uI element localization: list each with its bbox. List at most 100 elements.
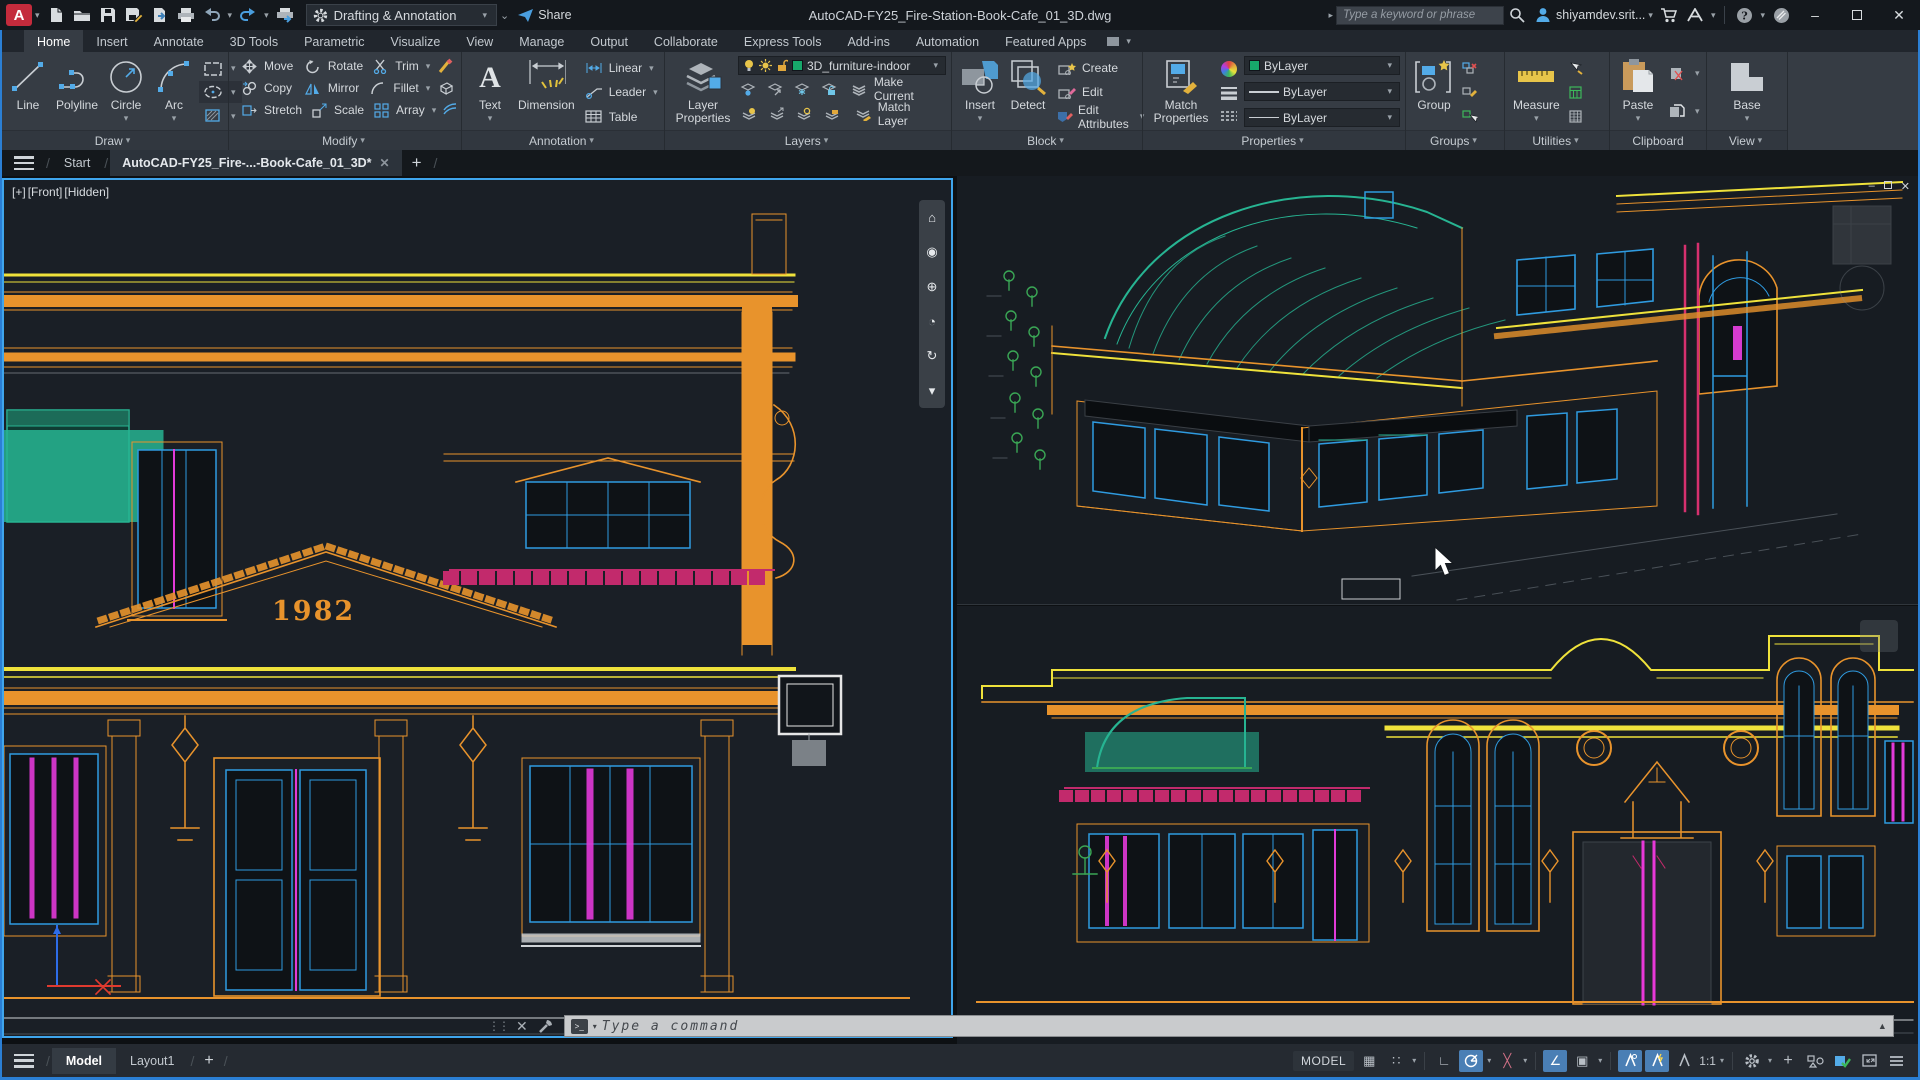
- erase-button[interactable]: [436, 55, 455, 77]
- viewport-view-control[interactable]: [Front]: [28, 185, 63, 199]
- new-file-icon[interactable]: [45, 5, 67, 25]
- panel-label-groups[interactable]: Groups▾: [1406, 130, 1504, 150]
- mirror-button[interactable]: Mirror: [299, 77, 365, 99]
- batch-plot-icon[interactable]: [274, 5, 296, 25]
- base-caret-icon[interactable]: ▾: [1745, 112, 1750, 125]
- circle-button[interactable]: Circle ▾: [103, 55, 149, 130]
- file-tabs-menu-icon[interactable]: [14, 156, 34, 170]
- viewport-elevation[interactable]: [957, 606, 1920, 1044]
- circle-caret-icon[interactable]: ▾: [124, 112, 129, 125]
- hardware-acceleration-icon[interactable]: [1830, 1050, 1854, 1072]
- quick-calc-icon[interactable]: [1565, 81, 1587, 103]
- model-space-button[interactable]: MODEL: [1293, 1051, 1354, 1071]
- scale-button[interactable]: Scale: [305, 99, 367, 121]
- linear-caret-icon[interactable]: ▾: [649, 63, 654, 74]
- search-input[interactable]: [1336, 6, 1504, 25]
- layout-menu-icon[interactable]: [14, 1054, 34, 1068]
- share-icon[interactable]: [514, 5, 536, 25]
- cut-button[interactable]: ▾: [1663, 63, 1706, 85]
- copy-clip-button[interactable]: ▾: [1663, 100, 1706, 122]
- trim-button[interactable]: Trim▾: [366, 55, 436, 77]
- snap-mode-icon[interactable]: ∷: [1384, 1050, 1408, 1072]
- panel-label-layers[interactable]: Layers▾: [665, 130, 951, 150]
- edit-attributes-button[interactable]: Edit Attributes▾: [1053, 106, 1150, 128]
- tab-featured-apps[interactable]: Featured Apps: [992, 30, 1099, 52]
- linetype-icon[interactable]: [1218, 105, 1240, 127]
- command-caret-icon[interactable]: ▾: [593, 1022, 597, 1031]
- layer-freeze-icon[interactable]: [792, 78, 813, 100]
- linetype-dropdown[interactable]: ByLayer▾: [1244, 108, 1400, 127]
- tab-3d-tools[interactable]: 3D Tools: [217, 30, 291, 52]
- viewport-minimize-icon[interactable]: –: [1869, 180, 1875, 193]
- cart-icon[interactable]: [1658, 5, 1680, 25]
- viewport-close-icon[interactable]: ✕: [1901, 180, 1910, 193]
- base-button[interactable]: Base ▾: [1724, 55, 1770, 130]
- panel-label-properties[interactable]: Properties▾: [1143, 130, 1405, 150]
- linear-button[interactable]: Linear▾: [580, 57, 664, 79]
- measure-caret-icon[interactable]: ▾: [1534, 112, 1539, 125]
- cut-caret-icon[interactable]: ▾: [1695, 68, 1700, 79]
- rotate-button[interactable]: Rotate: [299, 55, 366, 77]
- share-label[interactable]: Share: [538, 8, 571, 22]
- grid-display-icon[interactable]: ▦: [1357, 1050, 1381, 1072]
- quick-select-icon[interactable]: [1565, 57, 1587, 79]
- arc-button[interactable]: Arc ▾: [151, 55, 197, 130]
- file-tab-start[interactable]: Start: [52, 150, 102, 176]
- stretch-button[interactable]: Stretch: [235, 99, 305, 121]
- tab-output[interactable]: Output: [577, 30, 641, 52]
- block-create-button[interactable]: Create: [1053, 57, 1150, 79]
- redo-icon[interactable]: [237, 5, 259, 25]
- layer-off-icon[interactable]: [738, 103, 760, 125]
- detect-button[interactable]: Detect: [1005, 55, 1051, 130]
- match-properties-button[interactable]: Match Properties: [1148, 55, 1214, 130]
- help-icon[interactable]: ?: [1733, 5, 1755, 25]
- navigation-bar[interactable]: ⌂ ◉ ⊕ ◔ ↻ ▾: [919, 200, 945, 408]
- color-wheel-icon[interactable]: [1218, 58, 1240, 80]
- tab-view[interactable]: View: [453, 30, 506, 52]
- line-button[interactable]: Line: [5, 55, 51, 130]
- annotation-autoscale-icon[interactable]: [1645, 1050, 1669, 1072]
- explode-button[interactable]: [436, 77, 455, 99]
- workspace-switcher[interactable]: Drafting & Annotation ▾: [306, 4, 497, 26]
- model-tab[interactable]: Model: [52, 1048, 116, 1074]
- move-button[interactable]: Move: [235, 55, 299, 77]
- measure-button[interactable]: Measure ▾: [1510, 55, 1563, 130]
- command-input[interactable]: [602, 1019, 1873, 1034]
- osnap-caret-icon[interactable]: ▾: [1597, 1056, 1603, 1065]
- isodraft-icon[interactable]: ╳: [1495, 1050, 1519, 1072]
- polar-tracking-icon[interactable]: [1459, 1050, 1483, 1072]
- new-layout-button[interactable]: +: [204, 1052, 213, 1070]
- ribbon-options-button[interactable]: ▾: [1099, 30, 1142, 52]
- viewport-restore-icon[interactable]: [1884, 180, 1892, 193]
- osnap-icon[interactable]: ▣: [1570, 1050, 1594, 1072]
- command-expand-icon[interactable]: ▲: [1878, 1021, 1887, 1031]
- tab-manage[interactable]: Manage: [506, 30, 577, 52]
- lineweight-dropdown[interactable]: ByLayer▾: [1244, 82, 1400, 101]
- viewport-visual-style-control[interactable]: [Hidden]: [64, 185, 109, 199]
- match-layer-button[interactable]: Match Layer: [849, 103, 946, 125]
- layer-unisolate-icon[interactable]: [765, 78, 786, 100]
- array-button[interactable]: Array▾: [367, 99, 442, 121]
- polar-caret-icon[interactable]: ▾: [1486, 1056, 1492, 1065]
- window-maximize-button[interactable]: [1836, 0, 1878, 30]
- panel-label-block[interactable]: Block▾: [952, 130, 1142, 150]
- isodraft-caret-icon[interactable]: ▾: [1522, 1056, 1528, 1065]
- fillet-button[interactable]: Fillet▾: [364, 77, 436, 99]
- copy-clip-caret-icon[interactable]: ▾: [1695, 106, 1700, 117]
- feedback-icon[interactable]: [1770, 5, 1792, 25]
- layer-match-icon[interactable]: [766, 103, 788, 125]
- file-tab-document[interactable]: AutoCAD-FY25_Fire-...-Book-Cafe_01_3D* ✕: [110, 150, 401, 176]
- block-edit-button[interactable]: Edit: [1053, 81, 1150, 103]
- annotation-scale-icon[interactable]: [1672, 1050, 1696, 1072]
- customization-menu-icon[interactable]: [1884, 1050, 1908, 1072]
- undo-caret-icon[interactable]: ▾: [228, 10, 233, 21]
- snap-caret-icon[interactable]: ▾: [1411, 1056, 1417, 1065]
- undo-icon[interactable]: [201, 5, 223, 25]
- make-current-button[interactable]: Make Current: [846, 78, 946, 100]
- drawing-canvas[interactable]: [+] [Front] [Hidden] ⌂ ◉ ⊕ ◔ ↻ ▾: [0, 176, 1920, 1044]
- app-menu-caret-icon[interactable]: ▾: [35, 10, 40, 21]
- user-avatar-icon[interactable]: [1532, 5, 1554, 25]
- osnap-tracking-icon[interactable]: ∠: [1543, 1050, 1567, 1072]
- group-selection-icon[interactable]: [1459, 106, 1481, 128]
- paste-button[interactable]: Paste ▾: [1615, 55, 1661, 130]
